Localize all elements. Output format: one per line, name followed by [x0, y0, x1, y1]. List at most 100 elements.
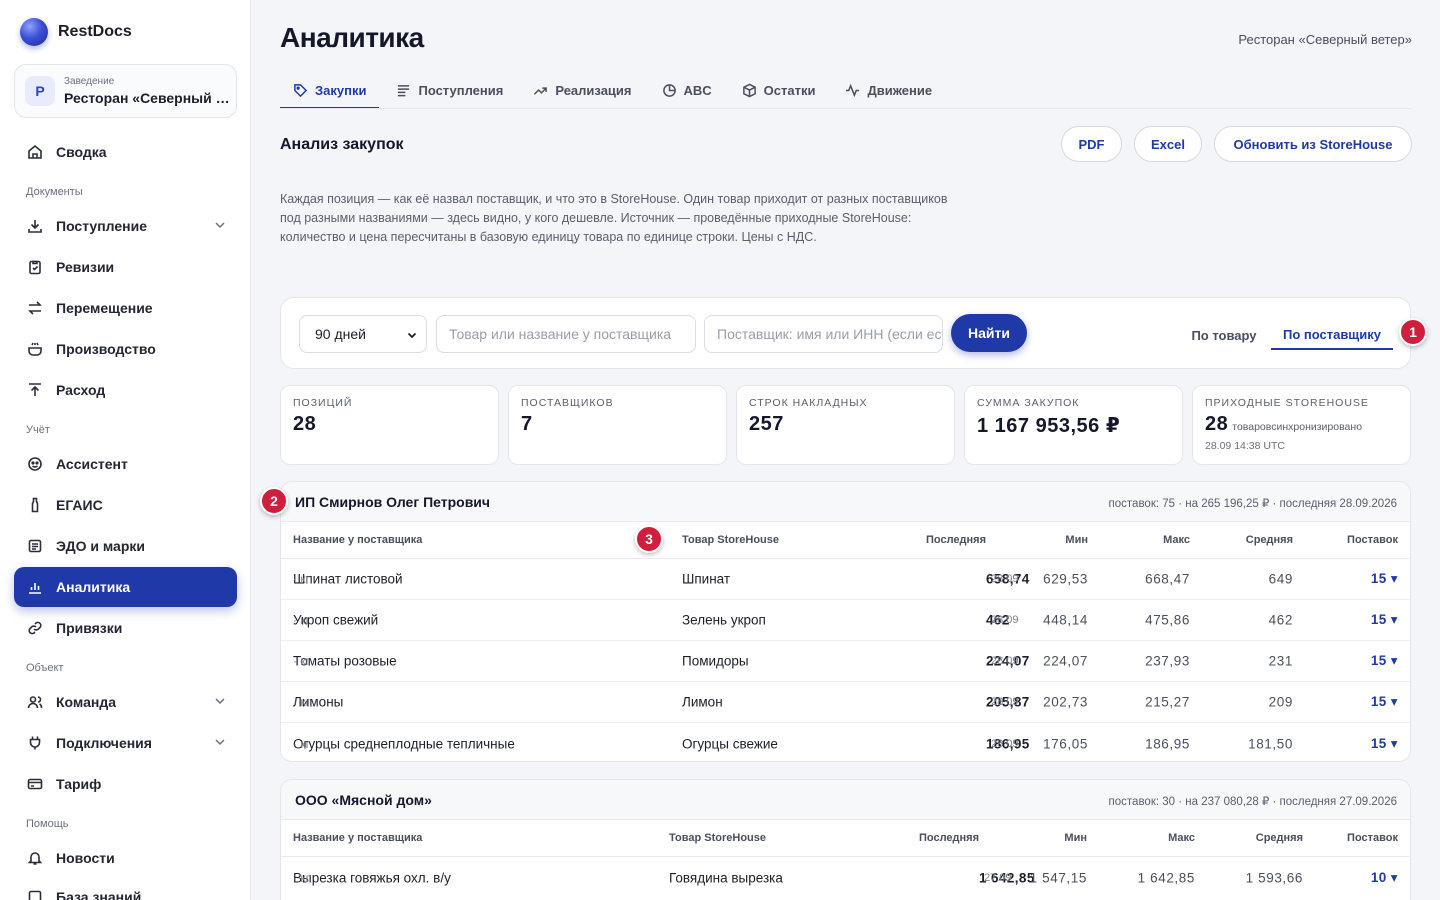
supplier-name: ООО «Мясной дом»: [295, 792, 432, 808]
sidebar-item-bindings[interactable]: Привязки: [14, 608, 237, 648]
tab-purchases[interactable]: Закупки: [280, 72, 380, 109]
table-row[interactable]: Шпинат листовой · кг Шпинат 658,74 28.09 …: [281, 559, 1410, 600]
sidebar-item-label: Расход: [56, 382, 106, 398]
sidebar-section-accounting: Учёт: [26, 424, 50, 436]
table-row[interactable]: Томаты розовые · кг Помидоры 224,07 28.09…: [281, 641, 1410, 682]
venue-selector[interactable]: Р Заведение Ресторан «Северный ветер»: [14, 64, 237, 118]
kpi-suppliers: Поставщиков 7: [508, 385, 727, 465]
min-price: 224,07: [1043, 653, 1088, 669]
view-by-product-toggle[interactable]: По товару: [1181, 320, 1267, 350]
supplier-meta: поставок: 75 · на 265 196,25 ₽ · последн…: [1108, 498, 1397, 510]
storehouse-product: Шпинат: [682, 571, 731, 587]
sidebar-item-label: Аналитика: [56, 579, 131, 595]
avg-price: 649: [1268, 571, 1293, 587]
deliveries-expand[interactable]: 10 ▾: [1371, 870, 1398, 886]
bottle-icon: [26, 496, 44, 514]
sidebar-item-receipt[interactable]: Поступление: [14, 206, 237, 246]
deliveries-expand[interactable]: 15 ▾: [1371, 694, 1398, 710]
venue-avatar: Р: [25, 76, 55, 106]
col-avg[interactable]: Средняя: [1246, 534, 1293, 546]
col-max[interactable]: Макс: [1168, 832, 1195, 844]
sidebar-item-summary[interactable]: Сводка: [14, 132, 237, 172]
pdf-button[interactable]: PDF: [1061, 126, 1122, 162]
brand[interactable]: RestDocs: [20, 18, 132, 46]
deliveries-expand[interactable]: 15 ▾: [1371, 653, 1398, 669]
col-avg[interactable]: Средняя: [1256, 832, 1303, 844]
sidebar-item-tariff[interactable]: Тариф: [14, 764, 237, 804]
table-row[interactable]: Укроп свежий · кг Зелень укроп 462 28.09 …: [281, 600, 1410, 641]
table-row[interactable]: Лимоны · кг Лимон 205,87 28.09 202,73 215…: [281, 682, 1410, 723]
find-button[interactable]: Найти: [951, 314, 1027, 352]
sidebar-item-analytics[interactable]: Аналитика: [14, 567, 237, 607]
sidebar-item-edo[interactable]: ЭДО и марки: [14, 526, 237, 566]
download-icon: [26, 217, 44, 235]
plug-icon: [26, 734, 44, 752]
sidebar-item-audits[interactable]: Ревизии: [14, 247, 237, 287]
sidebar-item-label: Новости: [56, 850, 115, 866]
tab-movement[interactable]: Движение: [832, 72, 945, 108]
col-min[interactable]: Мин: [1065, 534, 1088, 546]
table-row[interactable]: Огурцы среднеплодные тепличные · кг Огур…: [281, 723, 1410, 761]
sidebar-section-documents: Документы: [26, 186, 83, 198]
kpi-sync-time: 28.09 14:38 UTC: [1205, 440, 1285, 452]
tab-receipts[interactable]: Поступления: [383, 72, 516, 108]
tab-stock[interactable]: Остатки: [729, 72, 829, 108]
product-search-input[interactable]: Товар или название у поставщика: [436, 315, 696, 353]
kpi-value: 257: [749, 413, 784, 435]
supplier-card-header[interactable]: ООО «Мясной дом» поставок: 30 · на 237 0…: [281, 780, 1410, 820]
sidebar-item-news[interactable]: Новости: [14, 838, 237, 878]
sidebar-item-label: Ревизии: [56, 259, 115, 275]
max-price: 668,47: [1145, 571, 1190, 587]
kpi-storehouse-sync: Приходные StoreHouse 28 товаровсинхронизи…: [1192, 385, 1411, 465]
storehouse-product: Лимон: [682, 694, 723, 710]
sidebar-item-transfer[interactable]: Перемещение: [14, 288, 237, 328]
storehouse-product: Огурцы свежие: [682, 736, 778, 751]
chevron-down-icon: [213, 735, 227, 752]
deliveries-expand[interactable]: 15 ▾: [1371, 571, 1398, 587]
sidebar-item-assistant[interactable]: Ассистент: [14, 444, 237, 484]
min-price: 1 547,15: [1029, 870, 1087, 885]
refresh-storehouse-button[interactable]: Обновить из StoreHouse: [1214, 126, 1412, 162]
period-select[interactable]: 90 дней: [299, 315, 427, 353]
view-by-supplier-toggle[interactable]: По поставщику: [1271, 320, 1393, 350]
max-price: 215,27: [1145, 694, 1190, 710]
annotation-badge-3: 3: [635, 525, 663, 553]
supplier-card-header[interactable]: ИП Смирнов Олег Петрович поставок: 75 · …: [281, 482, 1410, 522]
kpi-positions: Позиций 28: [280, 385, 499, 465]
avg-price: 181,50: [1248, 736, 1293, 751]
venue-name: Ресторан «Северный ветер»: [64, 90, 234, 106]
col-last[interactable]: Последняя: [926, 534, 986, 546]
table-row[interactable]: Вырезка говяжья охл. в/у · кг Говядина в…: [281, 857, 1410, 898]
tab-sales[interactable]: Реализация: [520, 72, 644, 108]
min-price: 176,05: [1043, 736, 1088, 751]
tabs-divider: [280, 108, 1412, 109]
sidebar-item-egais[interactable]: ЕГАИС: [14, 485, 237, 525]
kpi-value: 28: [293, 413, 317, 435]
kpi-invoice-lines: Строк накладных 257: [736, 385, 955, 465]
col-supplier-name[interactable]: Название у поставщика: [293, 534, 422, 546]
col-supplier-name[interactable]: Название у поставщика: [293, 832, 422, 844]
col-min[interactable]: Мин: [1064, 832, 1087, 844]
col-max[interactable]: Макс: [1163, 534, 1190, 546]
col-storehouse-product[interactable]: Товар StoreHouse: [669, 832, 766, 844]
col-last[interactable]: Последняя: [919, 832, 979, 844]
book-icon: [26, 888, 44, 900]
sidebar-item-label: База знаний: [56, 889, 142, 900]
sidebar-item-expense[interactable]: Расход: [14, 370, 237, 410]
deliveries-expand[interactable]: 15 ▾: [1371, 612, 1398, 628]
annotation-badge-2: 2: [260, 487, 288, 515]
sidebar-item-label: Перемещение: [56, 300, 153, 316]
supplier-search-input[interactable]: Поставщик: имя или ИНН (если есть): [704, 315, 943, 353]
product-search-placeholder: Товар или название у поставщика: [449, 326, 672, 342]
col-deliveries[interactable]: Поставок: [1347, 534, 1398, 546]
col-deliveries[interactable]: Поставок: [1347, 832, 1398, 844]
excel-button[interactable]: Excel: [1134, 126, 1202, 162]
deliveries-expand[interactable]: 15 ▾: [1371, 736, 1398, 752]
col-storehouse-product[interactable]: Товар StoreHouse: [682, 534, 779, 546]
sidebar-item-knowledge-base[interactable]: База знаний: [14, 877, 237, 900]
tab-abc[interactable]: ABC: [649, 72, 725, 108]
filter-bar: 90 дней Товар или название у поставщика …: [280, 297, 1411, 369]
sidebar-item-team[interactable]: Команда: [14, 682, 237, 722]
sidebar-item-production[interactable]: Производство: [14, 329, 237, 369]
sidebar-item-connections[interactable]: Подключения: [14, 723, 237, 763]
